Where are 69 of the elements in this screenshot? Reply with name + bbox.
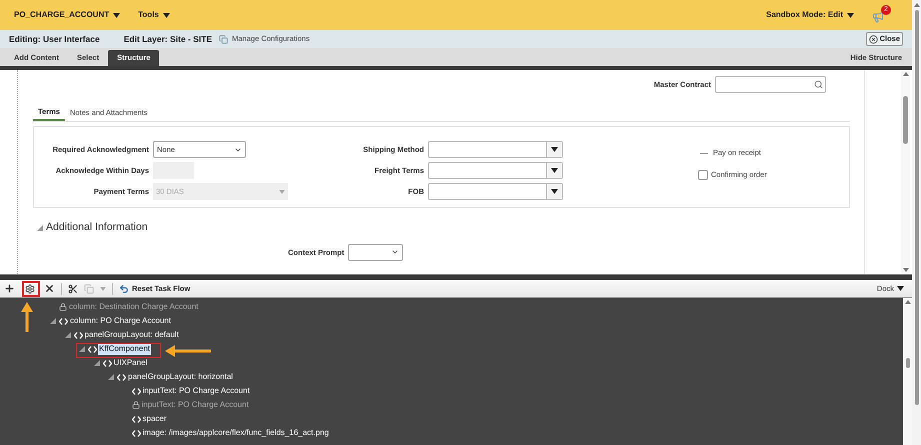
caret-icon bbox=[113, 12, 120, 18]
lock-icon bbox=[59, 303, 67, 311]
megaphone-icon[interactable] bbox=[872, 11, 884, 23]
add-icon[interactable] bbox=[4, 283, 15, 294]
close-icon bbox=[868, 34, 878, 44]
content-scrollbar[interactable] bbox=[901, 70, 910, 274]
sandbox-mode-menu[interactable]: Sandbox Mode: Edit bbox=[766, 9, 854, 21]
expand-triangle-icon[interactable] bbox=[37, 224, 43, 231]
annotation-arrow bbox=[21, 302, 33, 332]
lock-icon bbox=[132, 401, 140, 409]
context-prompt-select[interactable] bbox=[348, 244, 404, 261]
cut-icon[interactable] bbox=[68, 284, 78, 294]
settings-icon[interactable] bbox=[25, 284, 35, 294]
master-contract-field[interactable] bbox=[715, 76, 826, 93]
scroll-up-arrow-icon[interactable] bbox=[904, 300, 910, 304]
undo-icon bbox=[119, 284, 129, 294]
dropdown-field[interactable] bbox=[428, 141, 563, 158]
dropdown-field[interactable] bbox=[428, 162, 563, 179]
caret-icon bbox=[551, 168, 558, 173]
search-icon[interactable] bbox=[814, 80, 823, 89]
code-tag-icon bbox=[132, 416, 140, 422]
scroll-down-arrow-icon[interactable] bbox=[902, 268, 908, 272]
scroll-up-arrow-icon[interactable] bbox=[902, 72, 908, 76]
tree-scrollbar[interactable] bbox=[903, 298, 912, 445]
dropdown-button[interactable] bbox=[546, 184, 562, 199]
caret-icon bbox=[897, 286, 904, 291]
caret-icon bbox=[551, 147, 558, 152]
caret-icon[interactable] bbox=[100, 286, 106, 290]
code-tag-icon bbox=[59, 318, 68, 324]
caret-icon bbox=[162, 12, 170, 18]
section-heading: Additional Information bbox=[46, 220, 148, 235]
checkbox[interactable] bbox=[698, 170, 708, 180]
menu-button[interactable]: Tools bbox=[138, 9, 170, 21]
expand-triangle-icon[interactable] bbox=[79, 346, 85, 352]
dropdown-button[interactable] bbox=[546, 163, 562, 178]
code-tag-icon bbox=[88, 346, 97, 352]
editing-title: Editing: User Interface bbox=[9, 32, 100, 46]
menu-button[interactable]: PO_CHARGE_ACCOUNT bbox=[14, 9, 120, 21]
expand-triangle-icon[interactable] bbox=[94, 360, 100, 366]
page-scrollbar[interactable] bbox=[912, 0, 921, 445]
code-tag-icon bbox=[132, 388, 140, 394]
tree-node[interactable]: column: PO Charge Account bbox=[69, 315, 172, 327]
tree-node[interactable]: panelGroupLayout: default bbox=[84, 329, 180, 341]
scroll-up-arrow-icon[interactable] bbox=[914, 3, 920, 7]
expand-triangle-icon[interactable] bbox=[50, 318, 56, 324]
expand-triangle-icon[interactable] bbox=[108, 374, 114, 380]
expand-triangle-icon[interactable] bbox=[64, 332, 70, 338]
scrollbar-thumb[interactable] bbox=[906, 358, 910, 368]
delete-icon[interactable] bbox=[44, 283, 55, 294]
code-tag-icon bbox=[117, 374, 126, 380]
caret-icon bbox=[279, 190, 285, 194]
dropdown-field[interactable] bbox=[428, 183, 563, 200]
tree-node[interactable]: inputText: PO Charge Account bbox=[142, 385, 251, 397]
code-tag-icon bbox=[102, 360, 112, 366]
caret-icon bbox=[551, 189, 558, 194]
code-tag-icon bbox=[132, 430, 140, 436]
tree-node[interactable]: panelGroupLayout: horizontal bbox=[127, 371, 234, 383]
tree-node[interactable]: image: /images/applcore/flex/func_fields_16_act.png bbox=[142, 427, 330, 439]
highlight-frame bbox=[22, 281, 40, 297]
edit-layer-label: Edit Layer: Site - SITE bbox=[124, 32, 212, 46]
scrollbar-thumb[interactable] bbox=[903, 96, 908, 144]
code-tag-icon bbox=[74, 332, 82, 338]
tree-node[interactable]: KffComponent bbox=[98, 343, 151, 355]
dropdown-button[interactable] bbox=[546, 142, 562, 157]
caret-icon bbox=[847, 12, 854, 18]
tree-node[interactable]: spacer bbox=[142, 413, 168, 425]
scrollbar-thumb[interactable] bbox=[914, 10, 918, 405]
tree-node[interactable]: UIXPanel bbox=[112, 357, 148, 369]
annotation-arrow bbox=[165, 345, 211, 357]
